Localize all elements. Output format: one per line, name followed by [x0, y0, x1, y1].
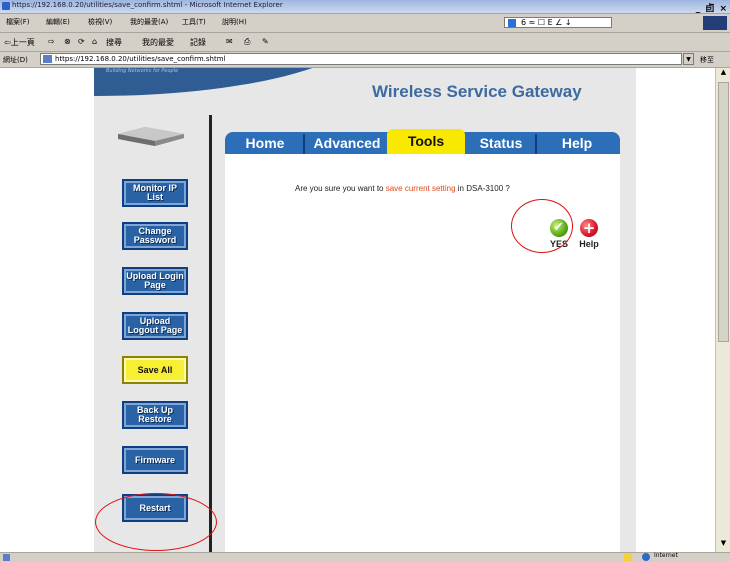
menu-view[interactable]: 檢視(V)	[88, 17, 112, 27]
browser-viewport: Building Networks for People Wireless Se…	[0, 68, 715, 552]
tab-separator	[535, 134, 537, 154]
help-button[interactable]: + Help	[575, 219, 603, 249]
gateway-device-icon	[118, 127, 184, 146]
menu-help[interactable]: 說明(H)	[222, 17, 247, 27]
window-controls[interactable]: _ 卣 ×	[696, 1, 728, 14]
scroll-up-icon[interactable]: ▲	[716, 68, 730, 81]
tab-home[interactable]: Home	[231, 132, 299, 154]
menu-bar: 檔案(F) 編輯(E) 檢視(V) 我的最愛(A) 工具(T) 說明(H) 6 …	[0, 14, 730, 33]
mail-icon[interactable]: ✉	[226, 37, 233, 46]
tab-status[interactable]: Status	[469, 132, 533, 154]
change-password-button[interactable]: Change Password	[122, 222, 188, 250]
home-icon[interactable]: ⌂	[92, 37, 97, 46]
edit-icon[interactable]: ✎	[262, 37, 269, 46]
quick-launch-icon[interactable]	[508, 18, 516, 27]
upload-logout-page-button[interactable]: Upload Logout Page	[122, 312, 188, 340]
print-icon[interactable]: ⎙	[244, 37, 250, 47]
history-button[interactable]: 記錄	[190, 37, 206, 48]
upload-login-page-button[interactable]: Upload Login Page	[122, 267, 188, 295]
address-label: 網址(D)	[3, 56, 28, 64]
quick-launch-glyphs[interactable]: 6 ≈ ☐ E ∠ ↓	[521, 18, 572, 27]
search-button[interactable]: 搜尋	[106, 37, 122, 48]
windows-logo-icon	[703, 16, 727, 30]
tagline: Building Networks for People	[106, 68, 179, 74]
menu-tools[interactable]: 工具(T)	[182, 17, 206, 27]
forward-button[interactable]: ⇨	[48, 37, 55, 46]
tab-advanced[interactable]: Advanced	[309, 132, 385, 154]
address-url[interactable]: https://192.168.0.20/utilities/save_conf…	[55, 55, 225, 63]
scroll-thumb[interactable]	[718, 82, 729, 342]
vertical-scrollbar[interactable]: ▲ ▼	[715, 68, 730, 552]
confirm-action: save current setting	[385, 184, 456, 193]
window-title: https://192.168.0.20/utilities/save_conf…	[12, 1, 283, 9]
menu-favorites[interactable]: 我的最愛(A)	[130, 17, 168, 27]
window-titlebar: https://192.168.0.20/utilities/save_conf…	[0, 0, 730, 14]
page-status-icon	[3, 554, 10, 561]
internet-zone-icon	[642, 553, 650, 561]
refresh-icon[interactable]: ⟳	[78, 37, 85, 46]
nav-tabs: Home Advanced Tools Status Help	[225, 129, 620, 154]
menu-edit[interactable]: 編輯(E)	[46, 17, 70, 27]
content-panel: Are you sure you want to save current se…	[225, 154, 620, 552]
monitor-ip-list-button[interactable]: Monitor IP List	[122, 179, 188, 207]
back-button[interactable]: ⇦上一頁	[4, 37, 35, 48]
address-input[interactable]: https://192.168.0.20/utilities/save_conf…	[40, 53, 682, 65]
zone-label: Internet	[654, 552, 678, 559]
page-icon	[43, 55, 52, 63]
backup-restore-button[interactable]: Back Up Restore	[122, 401, 188, 429]
tab-help[interactable]: Help	[541, 132, 613, 154]
address-bar: 網址(D) https://192.168.0.20/utilities/sav…	[0, 52, 730, 68]
yes-label[interactable]: YES	[545, 239, 573, 249]
favorites-button[interactable]: 我的最愛	[142, 37, 174, 48]
yes-button[interactable]: YES	[545, 219, 573, 249]
confirm-suffix: in DSA-3100 ?	[457, 184, 510, 193]
save-all-button[interactable]: Save All	[122, 356, 188, 384]
quick-launch-bar[interactable]: 6 ≈ ☐ E ∠ ↓	[504, 17, 612, 28]
ie-logo-icon	[2, 2, 10, 10]
toolbar: ⇦上一頁 ⇨ ⊗ ⟳ ⌂ 搜尋 我的最愛 記錄 ✉ ⎙ ✎	[0, 33, 730, 52]
firmware-button[interactable]: Firmware	[122, 446, 188, 474]
address-dropdown-icon[interactable]: ▼	[683, 53, 694, 65]
sidebar-divider	[209, 115, 212, 552]
tab-separator	[303, 134, 305, 154]
checkmark-icon[interactable]	[550, 219, 568, 237]
scroll-down-icon[interactable]: ▼	[716, 539, 730, 552]
plus-icon[interactable]: +	[580, 219, 598, 237]
restart-button[interactable]: Restart	[122, 494, 188, 522]
go-button[interactable]: 移至	[700, 55, 714, 65]
confirm-prefix: Are you sure you want to	[295, 184, 384, 193]
stop-icon[interactable]: ⊗	[64, 37, 71, 46]
page-title: Wireless Service Gateway	[372, 82, 582, 101]
header-swoosh: Building Networks for People	[94, 68, 364, 96]
gateway-page: Building Networks for People Wireless Se…	[94, 68, 636, 552]
security-warning-icon	[624, 553, 632, 561]
confirm-message: Are you sure you want to save current se…	[295, 184, 510, 193]
help-label[interactable]: Help	[575, 239, 603, 249]
menu-file[interactable]: 檔案(F)	[6, 17, 30, 27]
tab-tools[interactable]: Tools	[387, 129, 465, 154]
